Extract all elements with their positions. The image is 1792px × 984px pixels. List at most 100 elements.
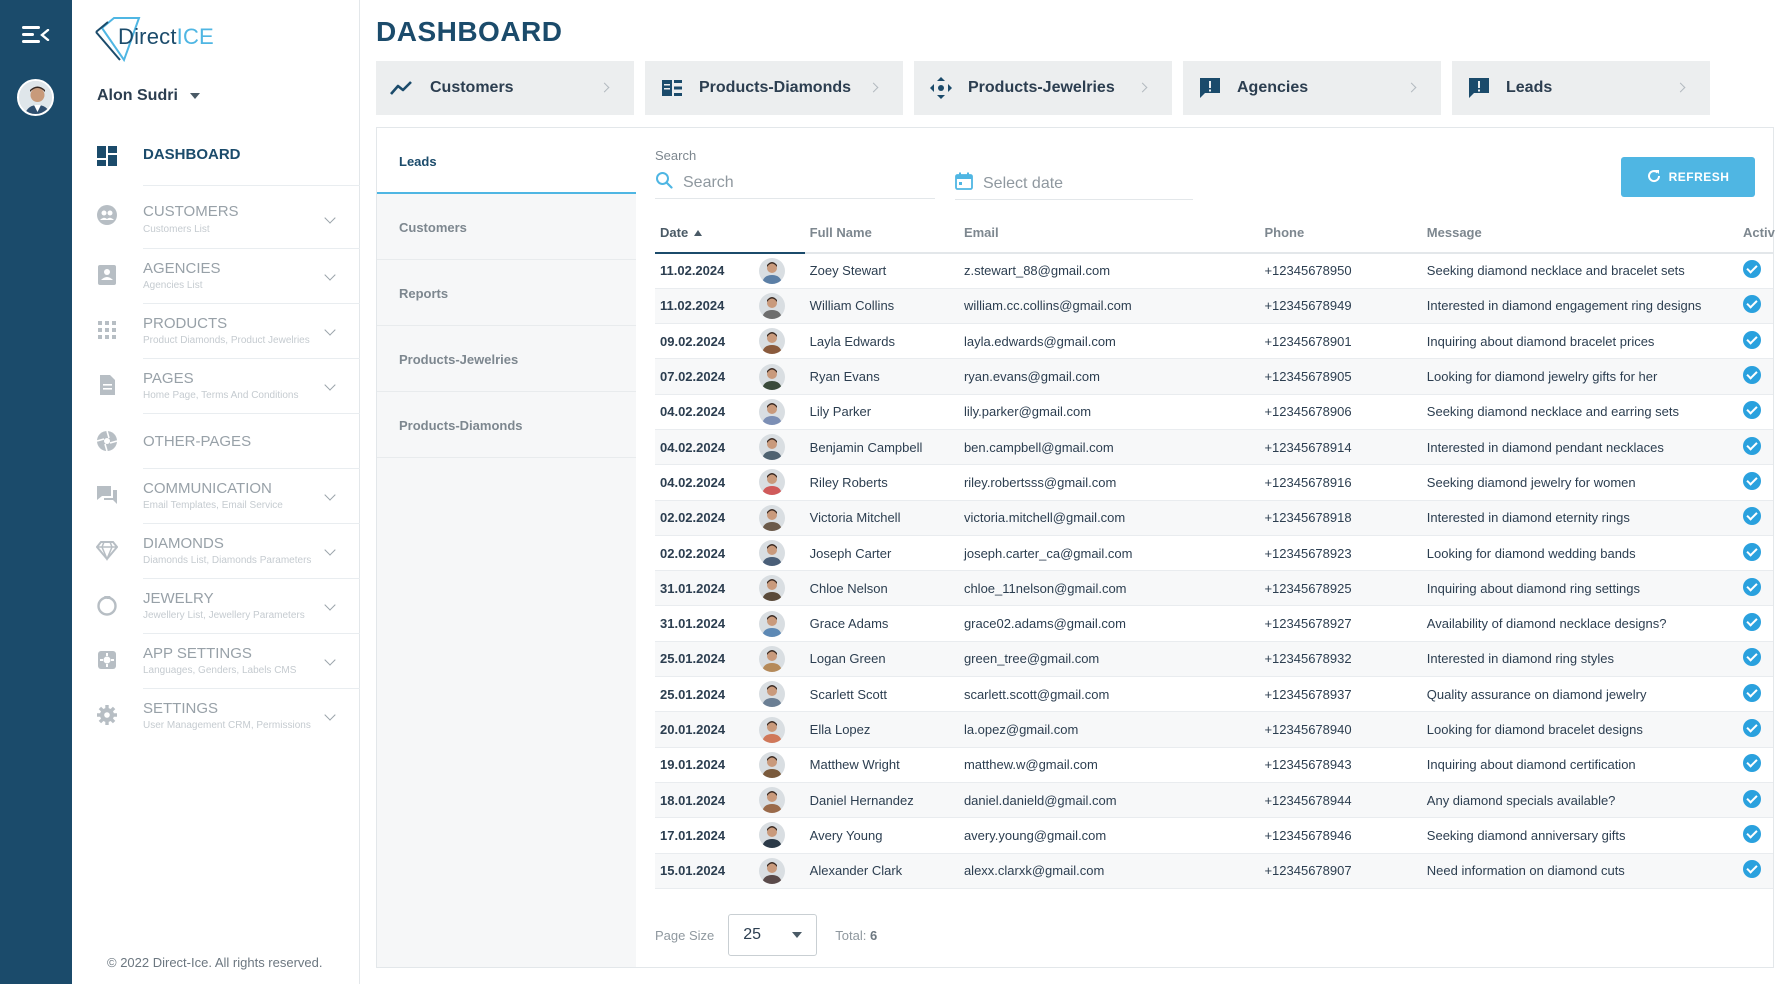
table-row[interactable]: 17.01.2024 Avery Young avery.young@gmail.c… [655, 817, 1773, 854]
refresh-button[interactable]: REFRESH [1621, 157, 1755, 197]
sidebar-item-pages[interactable]: PAGES Home Page, Terms And Conditions [72, 359, 360, 414]
active-check-icon[interactable] [1743, 366, 1762, 385]
column-header-full-name[interactable]: Full Name [804, 212, 959, 254]
user-menu[interactable]: Alon Sudri [97, 87, 200, 105]
tab-products-diamonds[interactable]: Products-Diamonds [377, 392, 636, 458]
active-check-icon[interactable] [1743, 295, 1762, 314]
tab-label: Products-Diamonds [399, 418, 523, 433]
active-check-icon[interactable] [1743, 577, 1762, 596]
card-products-jewelries[interactable]: Products-Jewelries [914, 61, 1172, 115]
cell-message: Interested in diamond ring styles [1421, 641, 1744, 678]
active-check-icon[interactable] [1743, 436, 1762, 455]
cell-avatar [754, 853, 805, 889]
chevron-down-icon [324, 379, 336, 391]
active-check-icon[interactable] [1743, 613, 1762, 632]
active-check-icon[interactable] [1743, 754, 1762, 773]
active-check-icon[interactable] [1743, 542, 1762, 561]
sidebar-item-app-settings[interactable]: APP SETTINGS Languages, Genders, Labels … [72, 634, 360, 689]
cell-email: ryan.evans@gmail.com [958, 358, 1260, 395]
leads-table: Date Full Name Email Phone Message Activ… [655, 212, 1775, 889]
active-check-icon[interactable] [1743, 330, 1762, 349]
sidebar-item-agencies[interactable]: AGENCIES Agencies List [72, 249, 360, 304]
active-check-icon[interactable] [1743, 507, 1762, 526]
gear-icon [96, 704, 118, 726]
card-agencies[interactable]: Agencies [1183, 61, 1441, 115]
sidebar-item-settings[interactable]: SETTINGS User Management CRM, Permission… [72, 689, 360, 744]
table-row[interactable]: 02.02.2024 Joseph Carter joseph.carter_ca@… [655, 535, 1773, 572]
column-header-phone[interactable]: Phone [1259, 212, 1422, 254]
active-check-icon[interactable] [1743, 471, 1762, 490]
active-check-icon[interactable] [1743, 719, 1762, 737]
agencies-icon [96, 264, 118, 286]
sidebar-item-other-pages[interactable]: OTHER-PAGES [72, 414, 360, 469]
table-row[interactable]: 11.02.2024 Zoey Stewart z.stewart_88@gmail… [655, 253, 1773, 289]
table-row[interactable]: 04.02.2024 Riley Roberts riley.robertsss@g… [655, 464, 1773, 501]
refresh-icon [1647, 169, 1661, 186]
table-row[interactable]: 25.01.2024 Logan Green green_tree@gmail.co… [655, 641, 1773, 678]
table-row[interactable]: 19.01.2024 Matthew Wright matthew.w@gmail.… [655, 747, 1773, 783]
active-check-icon[interactable] [1743, 260, 1762, 279]
sidebar-item-customers[interactable]: CUSTOMERS Customers List [72, 186, 360, 249]
card-products-diamonds[interactable]: Products-Diamonds [645, 61, 903, 115]
column-header-active[interactable]: Activ [1743, 212, 1775, 254]
sidebar-item-dashboard[interactable]: DASHBOARD [72, 128, 360, 186]
tab-leads[interactable]: Leads [377, 128, 636, 194]
user-avatar[interactable] [17, 79, 54, 116]
active-check-icon[interactable] [1743, 683, 1762, 702]
table-row[interactable]: 11.02.2024 William Collins william.cc.coll… [655, 288, 1773, 325]
cell-email: green_tree@gmail.com [958, 641, 1260, 678]
sidebar-item-label: APP SETTINGS [143, 645, 252, 662]
cell-phone: +12345678943 [1259, 747, 1422, 783]
card-leads[interactable]: Leads [1452, 61, 1710, 115]
page-size-select[interactable]: 25 [728, 914, 818, 956]
collapse-menu-icon[interactable] [22, 24, 50, 46]
sidebar-item-label: DIAMONDS [143, 535, 224, 552]
cell-date: 04.02.2024 [655, 429, 755, 466]
cell-message: Looking for diamond bracelet designs [1421, 711, 1744, 748]
communication-icon [96, 484, 118, 506]
table-row[interactable]: 07.02.2024 Ryan Evans ryan.evans@gmail.com… [655, 358, 1773, 395]
table-row[interactable]: 04.02.2024 Lily Parker lily.parker@gmail.c… [655, 394, 1773, 430]
sidebar-item-diamonds[interactable]: DIAMONDS Diamonds List, Diamonds Paramet… [72, 524, 360, 579]
active-check-icon[interactable] [1743, 648, 1762, 667]
cell-avatar [754, 253, 805, 289]
tab-reports[interactable]: Reports [377, 260, 636, 326]
tab-customers[interactable]: Customers [377, 194, 636, 260]
table-row[interactable]: 04.02.2024 Benjamin Campbell ben.campbell@… [655, 429, 1773, 466]
table-row[interactable]: 18.01.2024 Daniel Hernandez daniel.danield… [655, 782, 1773, 819]
date-picker[interactable]: Select date [955, 168, 1193, 200]
active-check-icon[interactable] [1743, 789, 1762, 808]
table-row[interactable]: 15.01.2024 Alexander Clark alexx.clarxk@gm… [655, 853, 1773, 889]
card-customers[interactable]: Customers [376, 61, 634, 115]
cell-full-name: Chloe Nelson [804, 570, 959, 607]
column-header-email[interactable]: Email [958, 212, 1260, 254]
cell-email: riley.robertsss@gmail.com [958, 464, 1260, 501]
caret-down-icon [189, 93, 200, 99]
table-row[interactable]: 09.02.2024 Layla Edwards layla.edwards@gma… [655, 323, 1773, 360]
sidebar-item-products[interactable]: PRODUCTS Product Diamonds, Product Jewel… [72, 304, 360, 359]
table-row[interactable]: 02.02.2024 Victoria Mitchell victoria.mitc… [655, 500, 1773, 536]
table-row[interactable]: 31.01.2024 Chloe Nelson chloe_11nelson@gma… [655, 570, 1773, 607]
sidebar-item-jewelry[interactable]: JEWELRY Jewellery List, Jewellery Parame… [72, 579, 360, 634]
active-check-icon[interactable] [1743, 824, 1762, 843]
cell-phone: +12345678905 [1259, 358, 1422, 395]
table-row[interactable]: 25.01.2024 Scarlett Scott scarlett.scott@g… [655, 676, 1773, 713]
logo[interactable]: DirectICE [94, 16, 244, 66]
cell-active [1743, 641, 1773, 678]
active-check-icon[interactable] [1743, 401, 1762, 420]
sidebar-item-sub: User Management CRM, Permissions [143, 720, 311, 731]
cell-avatar [754, 394, 805, 430]
avatar [759, 681, 786, 708]
tab-products-jewelries[interactable]: Products-Jewelries [377, 326, 636, 392]
cell-date: 09.02.2024 [655, 323, 755, 360]
active-check-icon[interactable] [1743, 860, 1762, 879]
column-header-date[interactable]: Date [655, 212, 805, 254]
search-input[interactable] [683, 173, 913, 192]
sidebar-item-communication[interactable]: COMMUNICATION Email Templates, Email Ser… [72, 469, 360, 524]
cell-date: 17.01.2024 [655, 817, 755, 854]
cell-email: layla.edwards@gmail.com [958, 323, 1260, 360]
column-header-message[interactable]: Message [1421, 212, 1744, 254]
alert-icon [1466, 77, 1492, 99]
table-row[interactable]: 20.01.2024 Ella Lopez la.opez@gmail.com +12… [655, 711, 1773, 748]
table-row[interactable]: 31.01.2024 Grace Adams grace02.adams@gmail… [655, 605, 1773, 642]
